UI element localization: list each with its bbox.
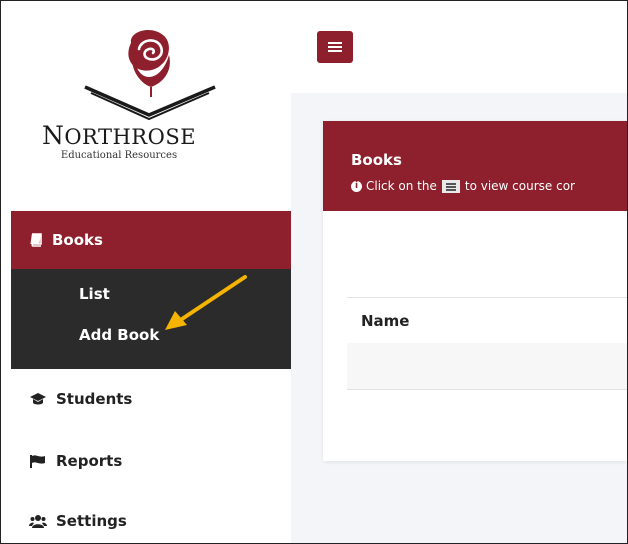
card-header: Books i Click on the to view course cor xyxy=(323,121,627,211)
flag-icon xyxy=(30,455,45,468)
hint-text-after: to view course cor xyxy=(464,179,575,193)
sidebar-item-reports[interactable]: Reports xyxy=(11,441,291,481)
table-header: Name xyxy=(347,297,627,345)
app-window: NORTHROSE Educational Resources Books Li… xyxy=(0,0,628,544)
submenu-item-add-book[interactable]: Add Book xyxy=(79,326,159,344)
info-icon: i xyxy=(351,180,362,192)
sidebar-item-label: Students xyxy=(56,390,133,408)
rose-book-logo-icon xyxy=(84,29,216,121)
sidebar-item-label: Settings xyxy=(56,512,127,530)
sidebar-item-students[interactable]: Students xyxy=(11,379,291,419)
column-header-name[interactable]: Name xyxy=(361,312,409,330)
brand-initial: N xyxy=(41,121,65,150)
sidebar-item-books[interactable]: Books xyxy=(11,211,291,269)
annotation-arrow-icon xyxy=(165,275,247,330)
brand-name: NORTHROSE xyxy=(9,121,229,150)
submenu-item-list[interactable]: List xyxy=(79,285,110,303)
menu-toggle-button[interactable] xyxy=(317,31,353,63)
sidebar: NORTHROSE Educational Resources Books Li… xyxy=(1,1,291,543)
hamburger-icon xyxy=(328,42,342,52)
main-content: Books i Click on the to view course cor … xyxy=(291,1,627,543)
hint-menu-icon xyxy=(441,179,460,193)
card-hint: i Click on the to view course cor xyxy=(351,179,575,193)
hint-text-before: Click on the xyxy=(366,179,437,193)
graduation-cap-icon xyxy=(30,393,46,405)
sidebar-item-label: Reports xyxy=(56,452,123,470)
users-icon xyxy=(29,515,47,528)
sidebar-item-label: Books xyxy=(52,231,103,249)
brand-rest: ORTHROSE xyxy=(64,125,197,149)
brand-tagline: Educational Resources xyxy=(60,150,178,161)
book-icon xyxy=(30,233,42,247)
table-row xyxy=(347,343,627,390)
top-bar xyxy=(291,1,627,93)
sidebar-item-settings[interactable]: Settings xyxy=(11,501,291,541)
books-card: Books i Click on the to view course cor … xyxy=(323,121,627,461)
card-title: Books xyxy=(351,151,402,169)
